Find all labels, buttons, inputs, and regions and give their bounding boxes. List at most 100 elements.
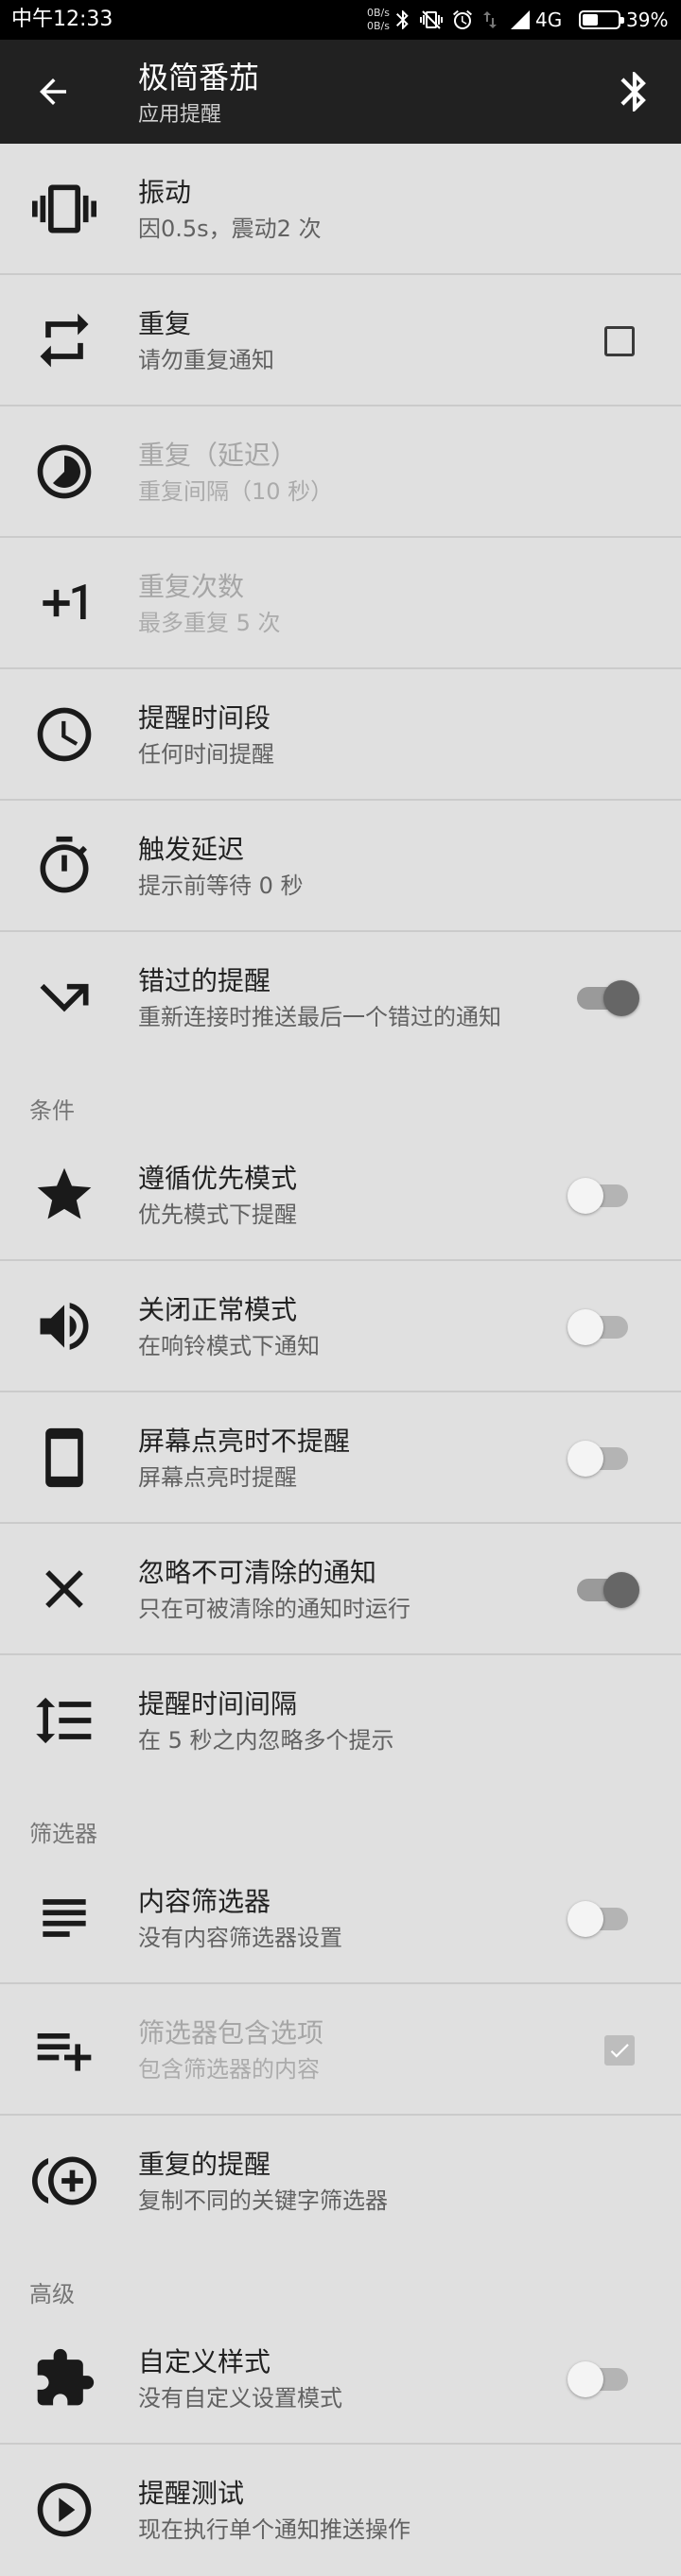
section-title: 筛选器	[29, 1821, 97, 1847]
pref-text: 重复 请勿重复通知	[138, 275, 577, 406]
pref-title: 重复	[138, 307, 192, 339]
pref-summary: 复制不同的关键字筛选器	[138, 2187, 388, 2214]
timelapse-icon	[37, 444, 92, 499]
page-title: 极简番茄	[138, 60, 260, 95]
pref-summary: 只在可被清除的通知时运行	[138, 1595, 410, 1622]
pref-text: 重复次数 最多重复 5 次	[138, 538, 577, 669]
duplicate-reminder-row[interactable]: 重复的提醒 复制不同的关键字筛选器	[0, 2116, 681, 2247]
bluetooth-button[interactable]	[604, 61, 665, 122]
pref-text: 触发延迟 提示前等待 0 秒	[138, 801, 577, 932]
custom-style-row[interactable]: 自定义样式 没有自定义设置模式	[0, 2313, 681, 2445]
playlist-add-icon	[37, 2033, 92, 2071]
pref-summary: 提示前等待 0 秒	[138, 872, 304, 899]
reminder-period-row[interactable]: 提醒时间段 任何时间提醒	[0, 669, 681, 801]
pref-text: 忽略不可清除的通知 只在可被清除的通知时运行	[138, 1524, 577, 1655]
smartphone-icon	[45, 1427, 83, 1488]
normal-mode-switch[interactable]	[566, 1308, 641, 1346]
network-type: 4G	[535, 9, 563, 31]
bluetooth-icon	[620, 72, 646, 112]
ignore-ongoing-row[interactable]: 忽略不可清除的通知 只在可被清除的通知时运行	[0, 1524, 681, 1655]
pref-text: 内容筛选器 没有内容筛选器设置	[138, 1853, 577, 1984]
status-time: 中午12:33	[11, 8, 114, 31]
battery-level: 39%	[626, 9, 669, 31]
pref-text: 自定义样式 没有自定义设置模式	[138, 2313, 577, 2445]
extension-icon	[37, 2348, 95, 2406]
missed-reminder-row[interactable]: 错过的提醒 重新连接时推送最后一个错过的通知	[0, 932, 681, 1063]
repeat-icon	[40, 313, 89, 368]
pref-title: 自定义样式	[138, 2345, 271, 2377]
priority-mode-switch[interactable]	[566, 1177, 641, 1215]
arrow-back-icon	[40, 78, 66, 105]
custom-style-switch[interactable]	[566, 2360, 641, 2398]
pref-summary: 优先模式下提醒	[138, 1201, 297, 1228]
page-subtitle: 应用提醒	[138, 103, 222, 127]
duplicate-add-icon	[32, 2156, 96, 2205]
pref-title: 屏幕点亮时不提醒	[138, 1425, 351, 1457]
pref-title: 重复（延迟）	[138, 439, 298, 471]
content-filter-row[interactable]: 内容筛选器 没有内容筛选器设置	[0, 1853, 681, 1984]
vibration-row[interactable]: 振动 因0.5s，震动2 次	[0, 144, 681, 275]
section-title: 条件	[29, 1098, 75, 1124]
timer-icon	[40, 836, 89, 893]
pref-text: 屏幕点亮时不提醒 屏幕点亮时提醒	[138, 1392, 577, 1524]
play-circle-icon	[37, 2482, 92, 2537]
pref-text: 筛选器包含选项 包含筛选器的内容	[138, 1984, 577, 2116]
normal-mode-row[interactable]: 关闭正常模式 在响铃模式下通知	[0, 1261, 681, 1392]
switch-thumb	[568, 1901, 603, 1937]
star-icon	[37, 1167, 92, 1219]
data-activity-icon	[483, 11, 497, 28]
pref-text: 错过的提醒 重新连接时推送最后一个错过的通知	[138, 932, 577, 1063]
battery-fill	[583, 14, 598, 26]
switch-thumb	[603, 1572, 639, 1608]
trigger-delay-row[interactable]: 触发延迟 提示前等待 0 秒	[0, 801, 681, 932]
pref-title: 重复次数	[138, 570, 245, 602]
plus-one-icon	[43, 584, 86, 619]
net-speed-up: 0B/s	[367, 7, 390, 19]
check-icon	[610, 2044, 629, 2058]
section-header-advanced: 高级	[0, 2247, 681, 2313]
repeat-count-row: 重复次数 最多重复 5 次	[0, 538, 681, 669]
pref-title: 触发延迟	[138, 833, 245, 865]
net-speed: 0B/s 0B/s	[358, 7, 390, 33]
missed-reminder-switch[interactable]	[566, 979, 641, 1017]
app-bar: 极简番茄 应用提醒	[0, 40, 681, 144]
pref-title: 错过的提醒	[138, 964, 271, 996]
ignore-ongoing-switch[interactable]	[566, 1571, 641, 1609]
pref-summary: 没有自定义设置模式	[138, 2384, 342, 2412]
screen-on-switch[interactable]	[566, 1440, 641, 1478]
clock-icon	[37, 707, 92, 762]
repeat-checkbox[interactable]	[604, 326, 635, 356]
repeat-row[interactable]: 重复 请勿重复通知	[0, 275, 681, 406]
pref-summary: 包含筛选器的内容	[138, 2055, 320, 2083]
pref-summary: 现在执行单个通知推送操作	[138, 2515, 410, 2543]
section-title: 高级	[29, 2281, 75, 2308]
reminder-interval-row[interactable]: 提醒时间间隔 在 5 秒之内忽略多个提示	[0, 1655, 681, 1787]
pref-title: 提醒测试	[138, 2477, 245, 2509]
pref-summary: 在响铃模式下通知	[138, 1332, 320, 1359]
vibration-icon	[32, 184, 96, 233]
screen-on-row[interactable]: 屏幕点亮时不提醒 屏幕点亮时提醒	[0, 1392, 681, 1524]
pref-title: 提醒时间间隔	[138, 1687, 298, 1720]
pref-text: 重复的提醒 复制不同的关键字筛选器	[138, 2116, 577, 2247]
content-filter-switch[interactable]	[566, 1900, 641, 1938]
missed-outgoing-icon	[40, 983, 89, 1012]
priority-mode-row[interactable]: 遵循优先模式 优先模式下提醒	[0, 1130, 681, 1261]
pref-text: 关闭正常模式 在响铃模式下通知	[138, 1261, 577, 1392]
pref-summary: 屏幕点亮时提醒	[138, 1463, 297, 1491]
pref-text: 重复（延迟） 重复间隔（10 秒）	[138, 406, 577, 538]
filter-include-row: 筛选器包含选项 包含筛选器的内容	[0, 1984, 681, 2116]
pref-summary: 没有内容筛选器设置	[138, 1924, 342, 1951]
pref-summary: 在 5 秒之内忽略多个提示	[138, 1726, 394, 1754]
pref-title: 关闭正常模式	[138, 1293, 298, 1325]
switch-thumb	[568, 1441, 603, 1477]
pref-summary: 任何时间提醒	[138, 740, 274, 768]
back-button[interactable]	[23, 61, 83, 122]
pref-summary: 因0.5s，震动2 次	[138, 215, 322, 242]
line-spacing-icon	[36, 1697, 92, 1744]
pref-summary: 最多重复 5 次	[138, 609, 281, 636]
pref-title: 筛选器包含选项	[138, 2016, 324, 2049]
pref-summary: 请勿重复通知	[138, 346, 274, 373]
reminder-test-row[interactable]: 提醒测试 现在执行单个通知推送操作	[0, 2445, 681, 2576]
pref-summary: 重新连接时推送最后一个错过的通知	[138, 1003, 501, 1030]
volume-up-icon	[40, 1303, 89, 1350]
